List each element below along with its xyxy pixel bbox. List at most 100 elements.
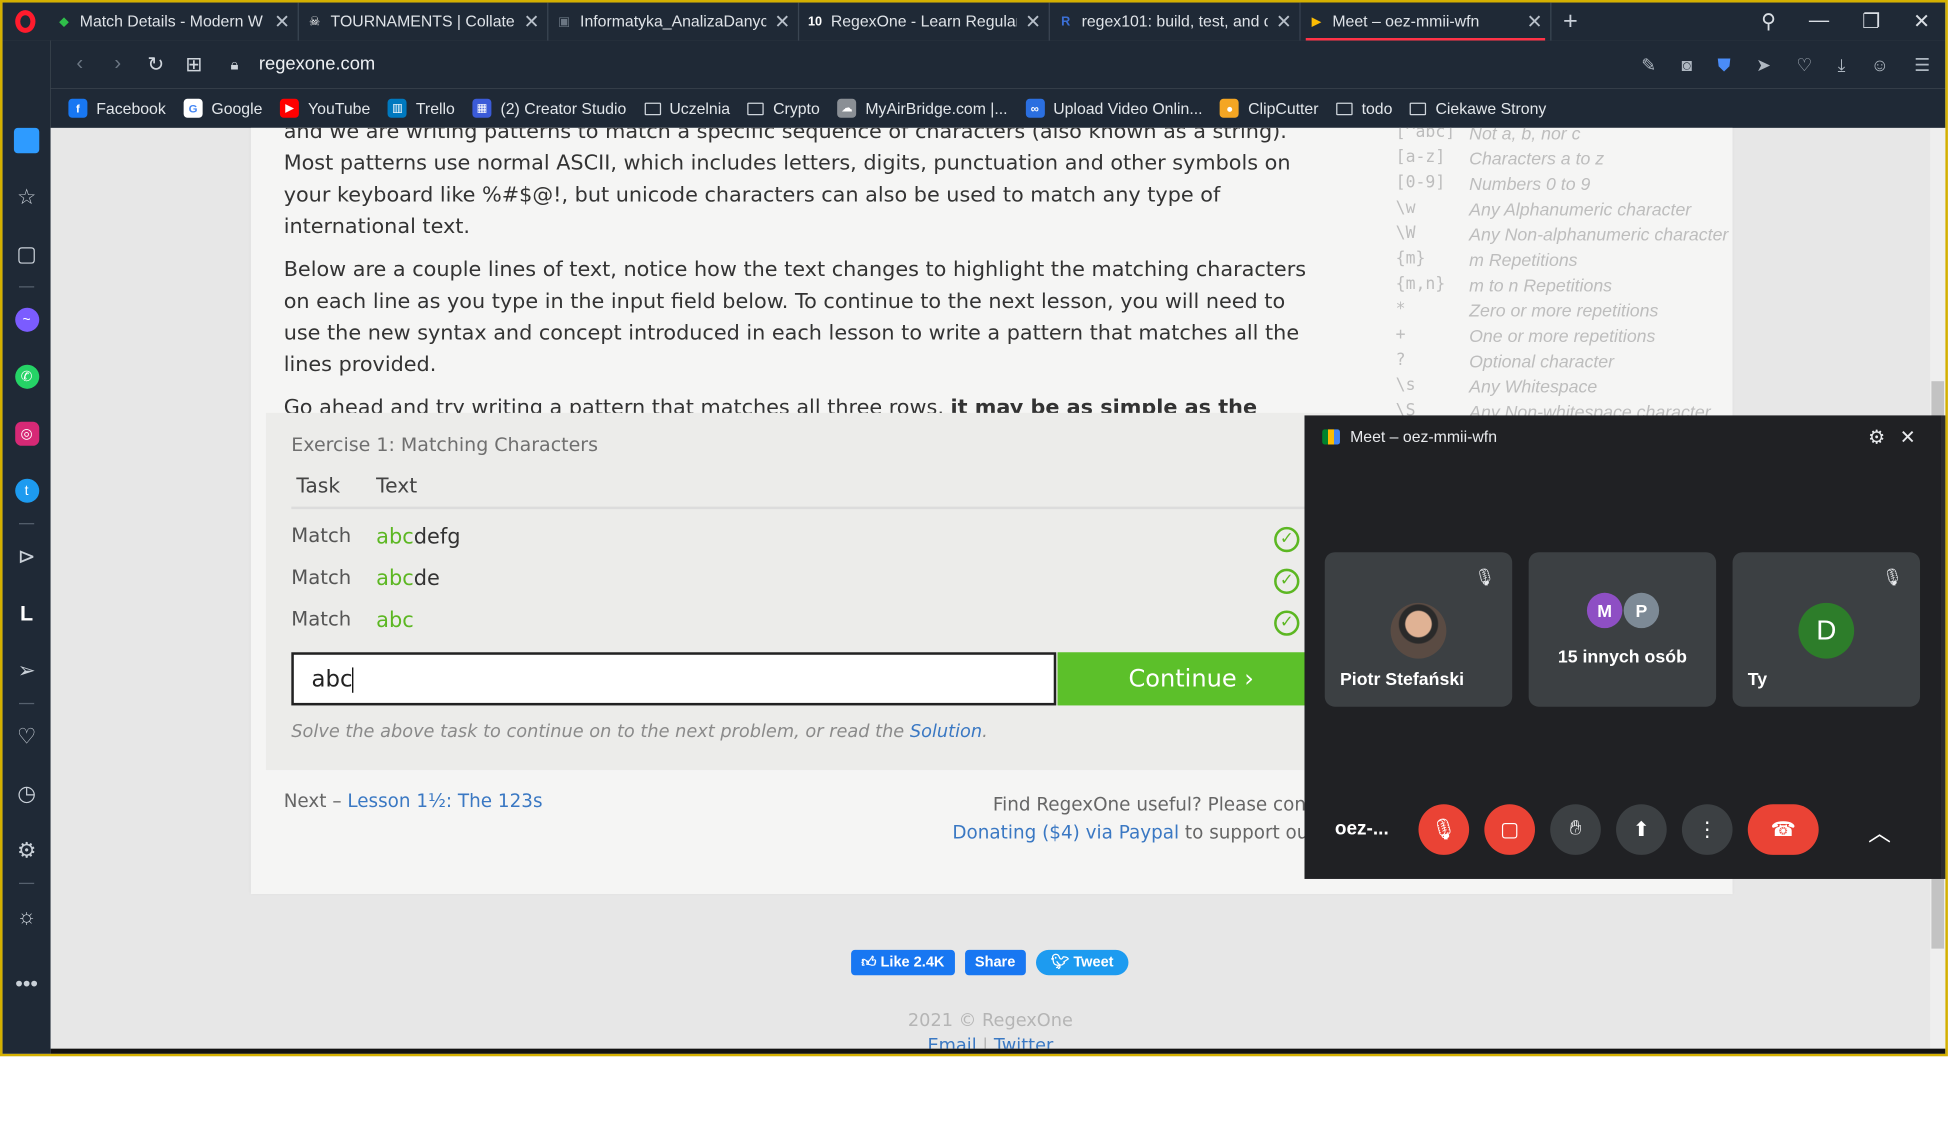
regex-input[interactable]: abc [291, 652, 1057, 706]
bookmark-icon: ∞ [1025, 98, 1045, 118]
heart-outline-icon[interactable]: ♡ [1796, 54, 1812, 76]
bulb-icon[interactable]: ☼ [3, 888, 51, 945]
mic-toggle-button[interactable]: 🎙︎ [1418, 804, 1470, 855]
bookmark-label: ClipCutter [1248, 99, 1319, 118]
browser-tab[interactable]: ▶ Meet – oez-mmii-wfn ✕ [1300, 2, 1552, 41]
new-tab-button[interactable]: + [1551, 7, 1589, 36]
restore-icon[interactable]: ❐ [1862, 9, 1880, 34]
bookmark-item[interactable]: Ciekawe Strony [1410, 99, 1546, 117]
tabs-grid-icon[interactable]: ⊞ [175, 52, 213, 77]
l-icon[interactable]: L [3, 585, 51, 642]
facebook-share-button[interactable]: Share [964, 949, 1026, 976]
whatsapp-icon[interactable]: ✆ [3, 348, 51, 405]
donate-link[interactable]: Donating ($4) via Paypal [952, 823, 1179, 843]
participant-tile[interactable]: M P 15 innych osób [1528, 552, 1717, 707]
messenger-icon[interactable]: ~ [3, 291, 51, 348]
more-icon[interactable]: ••• [3, 955, 51, 1012]
camera-icon[interactable]: ◙ [1681, 54, 1692, 76]
account-icon[interactable]: ☺ [1871, 54, 1889, 76]
hang-up-button[interactable]: ☎︎ [1747, 804, 1819, 855]
tab-close-icon[interactable]: ✕ [1276, 10, 1292, 33]
history-icon[interactable]: ◷ [3, 765, 51, 822]
minimize-icon[interactable]: — [1809, 10, 1829, 33]
tab-favicon-icon: R [1061, 14, 1071, 29]
tab-close-icon[interactable]: ✕ [524, 10, 540, 33]
cheatsheet-meaning: m to n Repetitions [1469, 274, 1613, 296]
tab-bar: ◆ Match Details - Modern W ✕ ☠ TOURNAMENTS |… [2, 2, 1946, 41]
participant-tile[interactable]: 🎙︎ D Ty [1732, 552, 1921, 707]
snapshot-edit-icon[interactable]: ✎ [1641, 54, 1656, 76]
opera-logo-icon[interactable] [3, 3, 49, 41]
bookmark-item[interactable]: ∞ Upload Video Onlin... [1025, 98, 1203, 118]
browser-tab[interactable]: ◆ Match Details - Modern W ✕ [48, 2, 299, 41]
avatar: P [1623, 592, 1660, 629]
cheatsheet-syntax: ? [1395, 350, 1406, 370]
easy-setup-icon[interactable]: ☰ [1914, 54, 1930, 76]
instagram-icon[interactable]: ◎ [3, 405, 51, 462]
heart-icon[interactable]: ♡ [3, 708, 51, 765]
cheatsheet-row: \W Any Non-alphanumeric character [1396, 222, 1733, 247]
bookmark-label: Facebook [96, 99, 166, 118]
twitter-link[interactable]: Twitter [994, 1036, 1053, 1049]
shield-icon[interactable]: ⛊ [1718, 54, 1731, 76]
more-options-button[interactable]: ⋮ [1681, 804, 1733, 855]
speed-dial-icon[interactable] [3, 111, 51, 168]
next-lesson-link[interactable]: Lesson 1½: The 123s [347, 792, 542, 812]
folder-icon [1410, 101, 1427, 115]
bookmark-item[interactable]: ☁ MyAirBridge.com |... [837, 98, 1008, 118]
tab-title: Meet – oez-mmii-wfn [1332, 12, 1480, 31]
meet-settings-icon[interactable]: ⚙ [1868, 426, 1885, 449]
browser-tab[interactable]: 10 RegexOne - Learn Regular ✕ [799, 2, 1050, 41]
bookmark-item[interactable]: ▥ Trello [387, 98, 455, 118]
bookmark-item[interactable]: Uczelnia [644, 99, 730, 117]
wallet-icon[interactable]: ▢ [3, 225, 51, 282]
bookmark-item[interactable]: f Facebook [68, 98, 166, 118]
bookmarks-sidebar-icon[interactable]: ☆ [3, 168, 51, 225]
cheatsheet-row: {m} m Repetitions [1396, 247, 1733, 272]
bookmark-item[interactable]: ● ClipCutter [1220, 98, 1319, 118]
meet-close-icon[interactable]: ✕ [1900, 426, 1916, 449]
chevron-up-icon[interactable]: ︿ [1868, 816, 1891, 849]
facebook-like-button[interactable]: 👍︎ Like 2.4K [851, 949, 955, 976]
bookmark-item[interactable]: Crypto [747, 99, 820, 117]
browser-tab[interactable]: ▣ Informatyka_AnalizaDanych ✕ [548, 2, 800, 41]
close-window-icon[interactable]: ✕ [1913, 9, 1930, 34]
mic-off-icon: 🎙︎ [1882, 567, 1903, 587]
bookmark-item[interactable]: G Google [183, 98, 262, 118]
bookmark-item[interactable]: ▶ YouTube [280, 98, 370, 118]
raise-hand-button[interactable]: ✋︎ [1550, 804, 1601, 855]
twitter-icon[interactable]: t [3, 462, 51, 519]
email-link[interactable]: Email [927, 1036, 976, 1049]
player-icon[interactable]: ⊳ [3, 528, 51, 585]
download-icon[interactable]: ⤓ [1838, 54, 1846, 76]
browser-tab[interactable]: Rregex101: build, test, and d ✕ [1050, 2, 1301, 41]
bookmark-label: todo [1361, 99, 1393, 118]
tweet-button[interactable]: 🐦︎ Tweet [1035, 949, 1129, 976]
settings-icon[interactable]: ⚙ [3, 822, 51, 879]
reload-icon[interactable]: ↻ [137, 52, 175, 77]
lock-icon[interactable]: 🔒︎ [231, 55, 239, 74]
tab-close-icon[interactable]: ✕ [274, 10, 290, 33]
camera-toggle-button[interactable]: ▢ [1484, 804, 1535, 855]
tab-favicon-icon: 10 [807, 14, 823, 29]
bookmark-item[interactable]: ▦ (2) Creator Studio [472, 98, 626, 118]
url-field[interactable]: regexone.com [259, 54, 375, 74]
send-icon[interactable]: ➢ [3, 642, 51, 699]
bookmark-item[interactable]: todo [1336, 99, 1392, 117]
browser-tab[interactable]: ☠ TOURNAMENTS | Collatera ✕ [299, 2, 549, 41]
forward-icon[interactable]: › [99, 53, 137, 76]
tab-close-icon[interactable]: ✕ [1025, 10, 1041, 33]
continue-button[interactable]: Continue › [1057, 652, 1340, 706]
tab-close-icon[interactable]: ✕ [774, 10, 790, 33]
search-tabs-icon[interactable]: ⚲ [1761, 9, 1776, 34]
present-button[interactable]: ⬆ [1616, 804, 1667, 855]
col-text: Text [376, 473, 418, 498]
tab-close-icon[interactable]: ✕ [1527, 10, 1543, 33]
row-task: Match [291, 607, 352, 631]
participant-tile[interactable]: 🎙︎ Piotr Stefański [1324, 552, 1513, 707]
solution-link[interactable]: Solution [910, 722, 982, 742]
cheatsheet-syntax: {m,n} [1395, 274, 1446, 294]
participant-name: 15 innych osób [1557, 645, 1687, 667]
back-icon[interactable]: ‹ [61, 53, 99, 76]
flow-icon[interactable]: ➤ [1756, 54, 1771, 76]
